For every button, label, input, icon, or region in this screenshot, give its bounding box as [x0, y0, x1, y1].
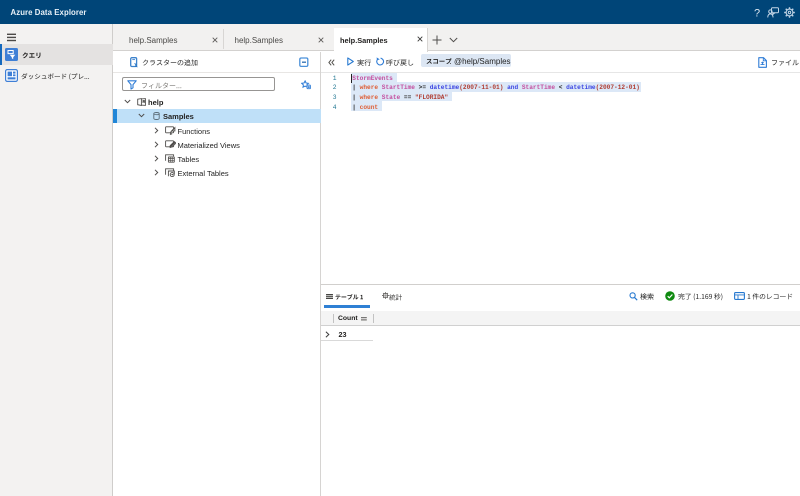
svg-text:?: ? — [753, 7, 759, 19]
